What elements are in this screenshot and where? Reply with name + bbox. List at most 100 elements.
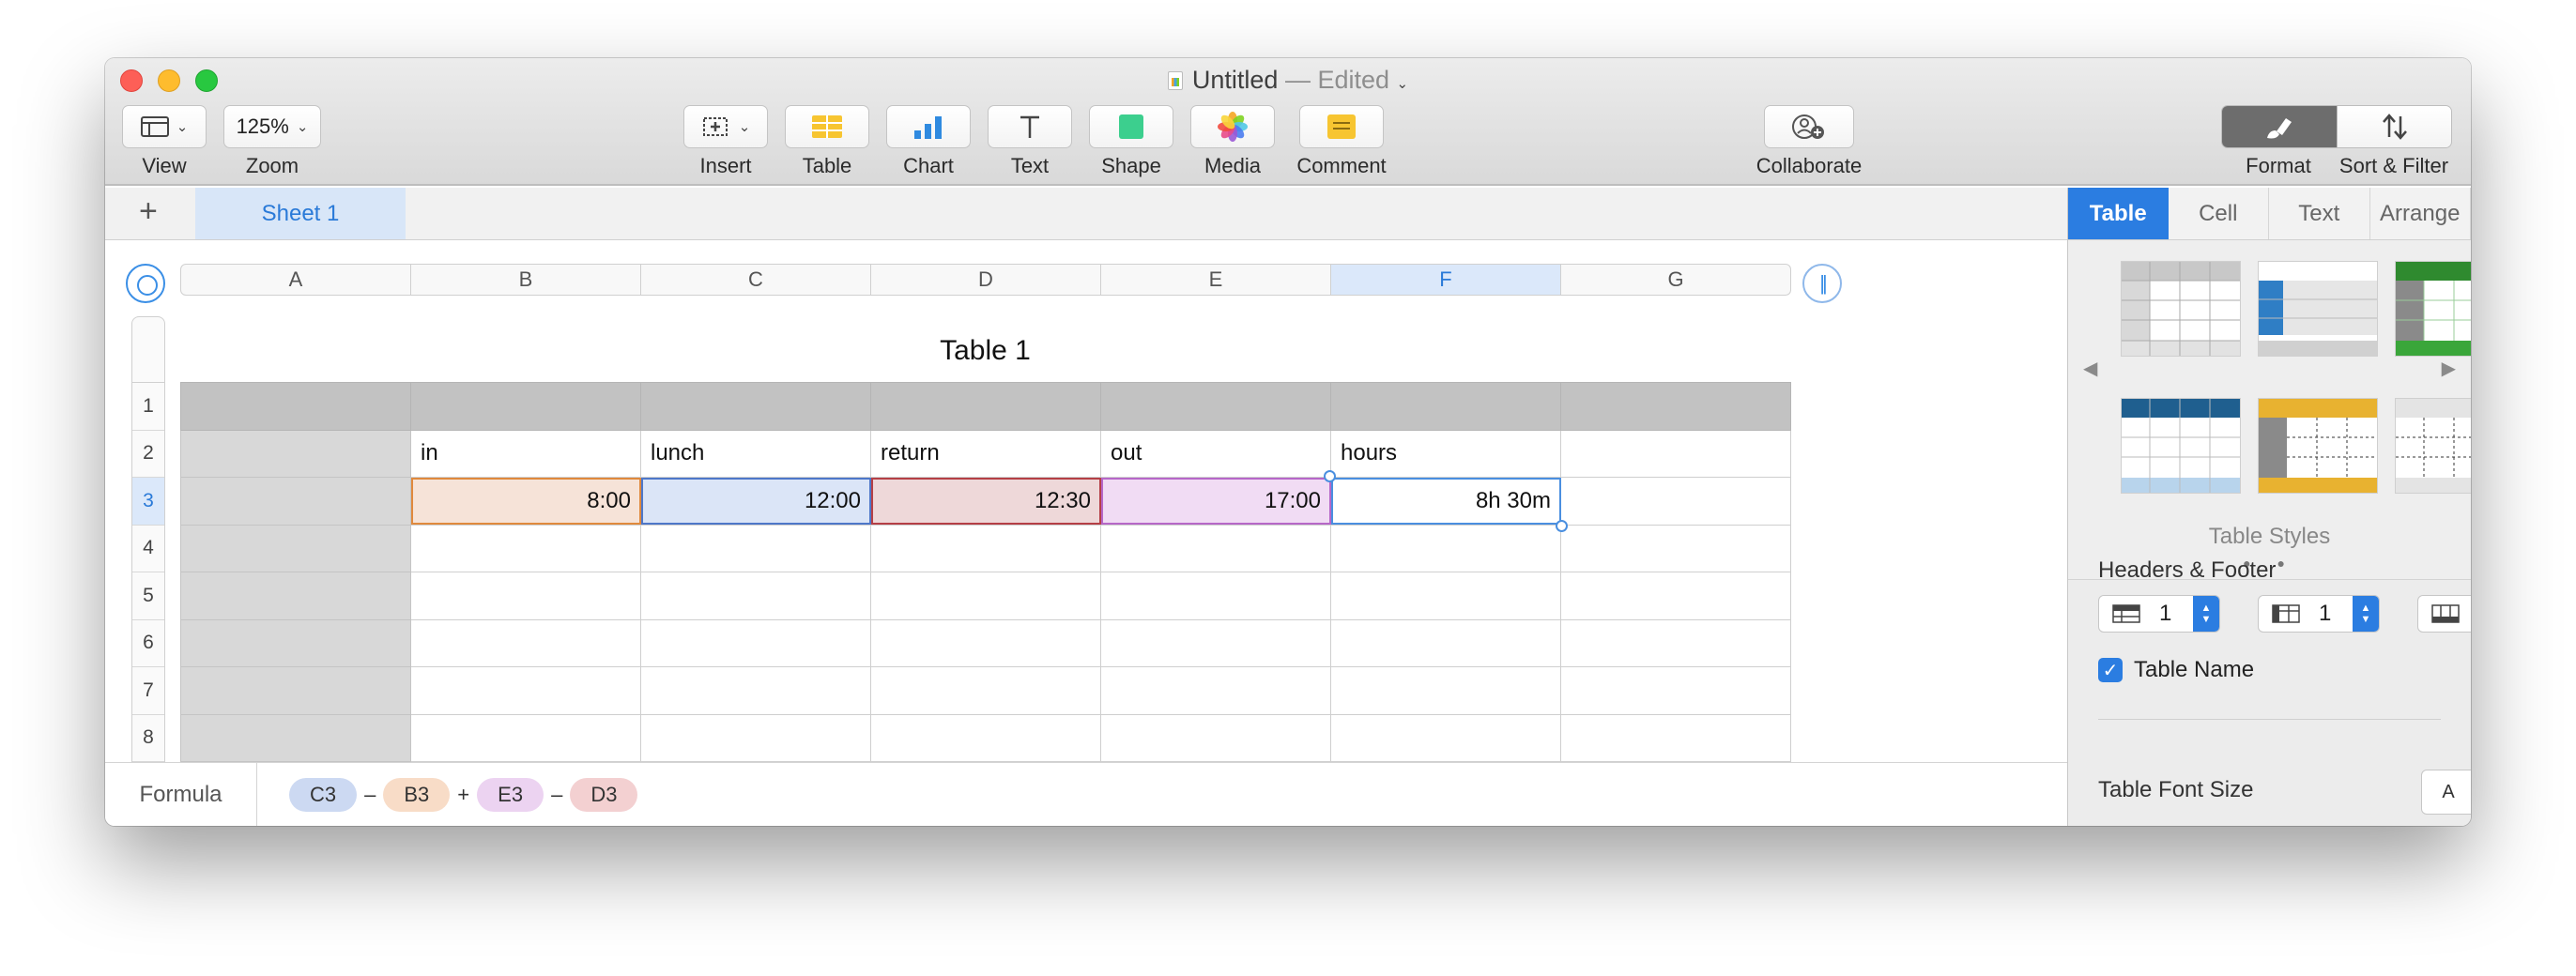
add-sheet-icon[interactable]: + [139, 193, 158, 230]
column-header-f[interactable]: F [1331, 265, 1561, 295]
table-name-checkbox[interactable]: ✓ [2098, 658, 2123, 682]
cell-c1[interactable] [640, 382, 871, 431]
cell-c5[interactable] [640, 572, 871, 620]
comment-button[interactable] [1299, 105, 1384, 148]
cell-a2[interactable] [180, 429, 411, 478]
tab-table[interactable]: Table [2068, 188, 2169, 239]
cell-d6[interactable] [870, 618, 1101, 667]
table-style-green[interactable] [2395, 261, 2471, 357]
table-style-dashed[interactable] [2395, 398, 2471, 494]
view-button[interactable]: ⌄ [122, 105, 207, 148]
formula-token-b3[interactable]: B3 [383, 778, 451, 812]
cell-a1[interactable] [180, 382, 411, 431]
sort-filter-button[interactable] [2337, 106, 2451, 147]
cell-f6[interactable] [1330, 618, 1561, 667]
insert-button[interactable]: ⌄ [683, 105, 768, 148]
cell-f2[interactable]: hours [1330, 429, 1561, 478]
table-style-gray[interactable] [2121, 261, 2241, 357]
tab-sheet-1[interactable]: Sheet 1 [195, 188, 406, 239]
cell-g7[interactable] [1560, 666, 1791, 715]
cell-c7[interactable] [640, 666, 871, 715]
cell-f1[interactable] [1330, 382, 1561, 431]
next-styles-arrow-icon[interactable]: ▶ [2442, 357, 2456, 380]
zoom-button[interactable]: 125% ⌄ [223, 105, 321, 148]
cell-b1[interactable] [410, 382, 641, 431]
cell-e3[interactable]: 17:00 [1100, 477, 1331, 526]
cell-b6[interactable] [410, 618, 641, 667]
sheet-canvas[interactable]: A B C D E F G || 1 2 3 4 5 6 7 8 Table 1 [105, 241, 2067, 762]
row-header-4[interactable]: 4 [132, 526, 164, 572]
cell-c8[interactable] [640, 713, 871, 762]
formula-token-d3[interactable]: D3 [570, 778, 638, 812]
cell-d7[interactable] [870, 666, 1101, 715]
text-button[interactable] [988, 105, 1072, 148]
table-style-blue-side[interactable] [2258, 261, 2378, 357]
cell-f8[interactable] [1330, 713, 1561, 762]
table-title[interactable]: Table 1 [180, 335, 1790, 367]
add-column-handle[interactable]: || [1802, 264, 1842, 303]
selection-handle-top-left[interactable] [1324, 470, 1336, 482]
window-title[interactable]: Untitled — Edited ⌄ [105, 66, 2471, 95]
cell-f4[interactable] [1330, 524, 1561, 572]
stepper-arrows-icon[interactable]: ▲ ▼ [2193, 596, 2219, 632]
cell-b3[interactable]: 8:00 [410, 477, 641, 526]
cell-d3[interactable]: 12:30 [870, 477, 1101, 526]
cell-e7[interactable] [1100, 666, 1331, 715]
row-header-8[interactable]: 8 [132, 715, 164, 762]
formula-token-e3[interactable]: E3 [477, 778, 544, 812]
column-header-a[interactable]: A [181, 265, 411, 295]
header-rows-stepper[interactable]: 1 ▲ ▼ [2098, 595, 2220, 633]
table-style-gold[interactable] [2258, 398, 2378, 494]
column-header-e[interactable]: E [1101, 265, 1331, 295]
previous-styles-arrow-icon[interactable]: ◀ [2083, 357, 2097, 380]
row-header-6[interactable]: 6 [132, 620, 164, 667]
cell-c3[interactable]: 12:00 [640, 477, 871, 526]
cell-g8[interactable] [1560, 713, 1791, 762]
formula-bar[interactable]: Formula C3 – B3 + E3 – D3 [105, 762, 2067, 826]
footer-rows-stepper[interactable]: 0 ▲▼ [2417, 595, 2471, 633]
selection-handle-bottom-right[interactable] [1556, 519, 1568, 532]
column-header-d[interactable]: D [871, 265, 1101, 295]
cell-e1[interactable] [1100, 382, 1331, 431]
chart-button[interactable] [886, 105, 971, 148]
cell-d5[interactable] [870, 572, 1101, 620]
cell-f7[interactable] [1330, 666, 1561, 715]
cell-a6[interactable] [180, 618, 411, 667]
collaborate-button[interactable] [1764, 105, 1854, 148]
cell-g6[interactable] [1560, 618, 1791, 667]
cell-e2[interactable]: out [1100, 429, 1331, 478]
row-header-3[interactable]: 3 [132, 478, 164, 526]
cell-a5[interactable] [180, 572, 411, 620]
cell-e4[interactable] [1100, 524, 1331, 572]
shape-button[interactable] [1089, 105, 1173, 148]
cell-a4[interactable] [180, 524, 411, 572]
cell-d4[interactable] [870, 524, 1101, 572]
header-columns-stepper[interactable]: 1 ▲ ▼ [2258, 595, 2380, 633]
cell-e6[interactable] [1100, 618, 1331, 667]
cell-c4[interactable] [640, 524, 871, 572]
cell-g5[interactable] [1560, 572, 1791, 620]
cell-d1[interactable] [870, 382, 1101, 431]
cell-d8[interactable] [870, 713, 1101, 762]
tab-arrange[interactable]: Arrange [2370, 188, 2471, 239]
cell-g4[interactable] [1560, 524, 1791, 572]
cell-b2[interactable]: in [410, 429, 641, 478]
column-header-g[interactable]: G [1561, 265, 1790, 295]
row-header-5[interactable]: 5 [132, 572, 164, 620]
row-header-7[interactable]: 7 [132, 667, 164, 715]
cell-a8[interactable] [180, 713, 411, 762]
cell-g3[interactable] [1560, 477, 1791, 526]
select-table-handle[interactable] [126, 264, 165, 303]
media-button[interactable] [1190, 105, 1275, 148]
cell-e8[interactable] [1100, 713, 1331, 762]
table-style-navy[interactable] [2121, 398, 2241, 494]
column-header-b[interactable]: B [411, 265, 641, 295]
cell-e5[interactable] [1100, 572, 1331, 620]
tab-text[interactable]: Text [2269, 188, 2370, 239]
row-header-2[interactable]: 2 [132, 431, 164, 478]
tab-cell[interactable]: Cell [2169, 188, 2269, 239]
formula-token-c3[interactable]: C3 [289, 778, 358, 812]
decrease-font-size-button[interactable]: A [2421, 770, 2471, 815]
cell-b4[interactable] [410, 524, 641, 572]
column-header-c[interactable]: C [641, 265, 871, 295]
